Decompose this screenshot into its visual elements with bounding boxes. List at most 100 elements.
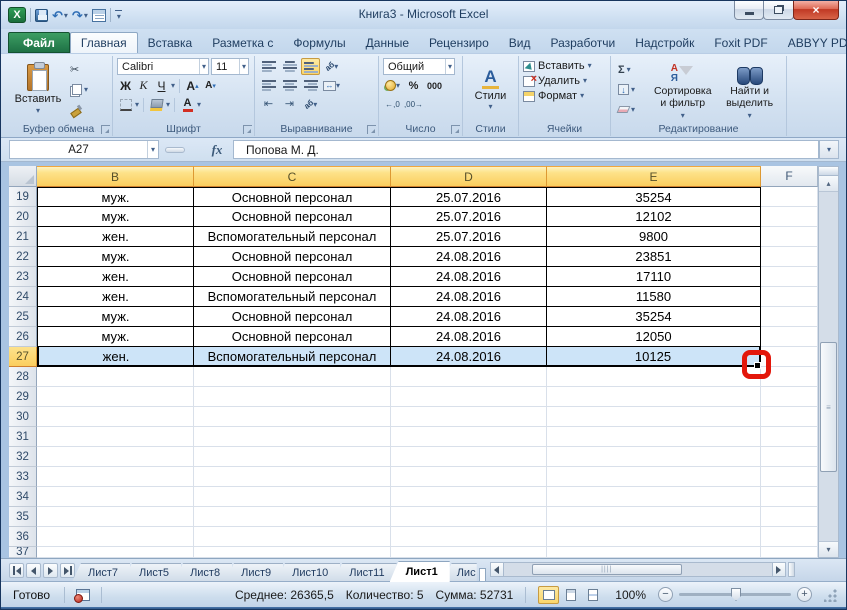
align-bottom-button[interactable] bbox=[301, 58, 320, 75]
column-header-f[interactable]: F bbox=[761, 166, 818, 187]
zoom-track[interactable] bbox=[679, 593, 791, 596]
cell-b27[interactable]: жен. bbox=[37, 347, 194, 367]
wrap-text-button[interactable]: аб▾ bbox=[301, 96, 320, 113]
cell[interactable] bbox=[547, 387, 761, 407]
cell[interactable] bbox=[391, 527, 547, 547]
cell-d21[interactable]: 25.07.2016 bbox=[391, 227, 547, 247]
cell[interactable] bbox=[194, 387, 391, 407]
chevron-down-icon[interactable]: ▾ bbox=[64, 11, 68, 20]
cell-b25[interactable]: муж. bbox=[37, 307, 194, 327]
scroll-left-button[interactable] bbox=[490, 562, 504, 577]
chevron-down-icon[interactable]: ▾ bbox=[166, 101, 170, 109]
redo-button[interactable]: ↷▾ bbox=[72, 9, 88, 22]
cell[interactable] bbox=[761, 487, 818, 507]
copy-button[interactable]: ▾ bbox=[67, 81, 91, 98]
macro-record-button[interactable] bbox=[71, 586, 95, 604]
tab-addins[interactable]: Надстройк bbox=[625, 32, 704, 53]
first-sheet-button[interactable] bbox=[9, 563, 24, 578]
column-header-c[interactable]: C bbox=[194, 166, 391, 187]
tab-home[interactable]: Главная bbox=[70, 32, 138, 53]
cell-e24[interactable]: 11580 bbox=[547, 287, 761, 307]
cell-e20[interactable]: 12102 bbox=[547, 207, 761, 227]
cell-e26[interactable]: 12050 bbox=[547, 327, 761, 347]
customize-qat-button[interactable]: ▾ bbox=[115, 10, 122, 21]
cell-f23[interactable] bbox=[761, 267, 818, 287]
cell-d22[interactable]: 24.08.2016 bbox=[391, 247, 547, 267]
cell[interactable] bbox=[194, 507, 391, 527]
cell[interactable] bbox=[761, 407, 818, 427]
insert-function-button[interactable]: fx bbox=[203, 140, 231, 159]
dialog-launcher-icon[interactable] bbox=[243, 125, 252, 134]
bold-button[interactable]: Ж bbox=[117, 77, 134, 94]
row-header-37[interactable]: 37 bbox=[9, 547, 37, 558]
format-cells-button[interactable]: Формат ▾ bbox=[523, 90, 606, 102]
tab-review[interactable]: Рецензиро bbox=[419, 32, 499, 53]
increase-indent-button[interactable]: ⇥ bbox=[280, 96, 299, 113]
cell-e22[interactable]: 23851 bbox=[547, 247, 761, 267]
cell-b19[interactable]: муж. bbox=[37, 187, 194, 207]
scrollbar-thumb[interactable]: |||| bbox=[532, 564, 682, 575]
name-box[interactable]: A27 ▾ bbox=[9, 140, 159, 159]
paste-button[interactable]: Вставить ▾ bbox=[9, 58, 67, 121]
cell[interactable] bbox=[37, 427, 194, 447]
sheet-tab-list8[interactable]: Лист8 bbox=[174, 563, 232, 582]
autosum-button[interactable]: Σ▾ bbox=[615, 61, 648, 78]
merge-center-button[interactable]: ↔▾ bbox=[322, 77, 341, 94]
sheet-tab-list7[interactable]: Лист7 bbox=[72, 563, 130, 582]
grow-font-button[interactable]: А▴ bbox=[184, 77, 201, 94]
row-header-35[interactable]: 35 bbox=[9, 507, 37, 527]
page-layout-view-button[interactable] bbox=[560, 586, 581, 604]
zoom-in-button[interactable]: + bbox=[797, 587, 812, 602]
cell[interactable] bbox=[547, 467, 761, 487]
cell-d24[interactable]: 24.08.2016 bbox=[391, 287, 547, 307]
excel-logo-icon[interactable]: X bbox=[8, 7, 26, 23]
vertical-scrollbar[interactable]: ▴ ≡ ▾ bbox=[818, 166, 839, 558]
close-button[interactable]: × bbox=[793, 1, 839, 20]
borders-button[interactable] bbox=[117, 96, 134, 113]
chevron-down-icon[interactable]: ▾ bbox=[36, 107, 40, 115]
row-header-24[interactable]: 24 bbox=[9, 287, 37, 307]
cell-b26[interactable]: муж. bbox=[37, 327, 194, 347]
cell[interactable] bbox=[391, 427, 547, 447]
tab-view[interactable]: Вид bbox=[499, 32, 541, 53]
cell-d25[interactable]: 24.08.2016 bbox=[391, 307, 547, 327]
insert-cells-button[interactable]: Вставить ▾ bbox=[523, 60, 606, 72]
cell-b21[interactable]: жен. bbox=[37, 227, 194, 247]
cell-e25[interactable]: 35254 bbox=[547, 307, 761, 327]
font-color-button[interactable]: А bbox=[179, 96, 196, 113]
row-header-21[interactable]: 21 bbox=[9, 227, 37, 247]
zoom-out-button[interactable]: − bbox=[658, 587, 673, 602]
delete-cells-button[interactable]: Удалить ▾ bbox=[523, 75, 606, 87]
dialog-launcher-icon[interactable] bbox=[451, 125, 460, 134]
cell[interactable] bbox=[391, 387, 547, 407]
increase-decimal-button[interactable]: ←,0 bbox=[383, 96, 402, 113]
cell[interactable] bbox=[761, 427, 818, 447]
cell[interactable] bbox=[194, 447, 391, 467]
resize-grip[interactable] bbox=[824, 588, 838, 602]
cell[interactable] bbox=[761, 387, 818, 407]
cell[interactable] bbox=[391, 507, 547, 527]
cell-d26[interactable]: 24.08.2016 bbox=[391, 327, 547, 347]
row-header-29[interactable]: 29 bbox=[9, 387, 37, 407]
row-header-33[interactable]: 33 bbox=[9, 467, 37, 487]
next-sheet-button[interactable] bbox=[43, 563, 58, 578]
restore-button[interactable] bbox=[763, 1, 794, 20]
cell[interactable] bbox=[391, 487, 547, 507]
tab-page-layout[interactable]: Разметка с bbox=[202, 32, 283, 53]
column-header-e[interactable]: E bbox=[547, 166, 761, 187]
cell[interactable] bbox=[391, 367, 547, 387]
cell[interactable] bbox=[194, 367, 391, 387]
formula-input[interactable]: Попова М. Д. bbox=[233, 140, 819, 159]
decrease-decimal-button[interactable]: ,00→ bbox=[404, 96, 423, 113]
expand-formula-bar-button[interactable]: ▾ bbox=[819, 140, 839, 159]
cell-d19[interactable]: 25.07.2016 bbox=[391, 187, 547, 207]
italic-button[interactable]: К bbox=[135, 77, 152, 94]
styles-button[interactable]: А Стили ▾ bbox=[468, 58, 514, 121]
row-header-28[interactable]: 28 bbox=[9, 367, 37, 387]
cell-f20[interactable] bbox=[761, 207, 818, 227]
cell[interactable] bbox=[194, 527, 391, 547]
tab-formulas[interactable]: Формулы bbox=[283, 32, 355, 53]
dialog-launcher-icon[interactable] bbox=[101, 125, 110, 134]
cell[interactable] bbox=[761, 507, 818, 527]
underline-button[interactable]: Ч bbox=[153, 77, 170, 94]
